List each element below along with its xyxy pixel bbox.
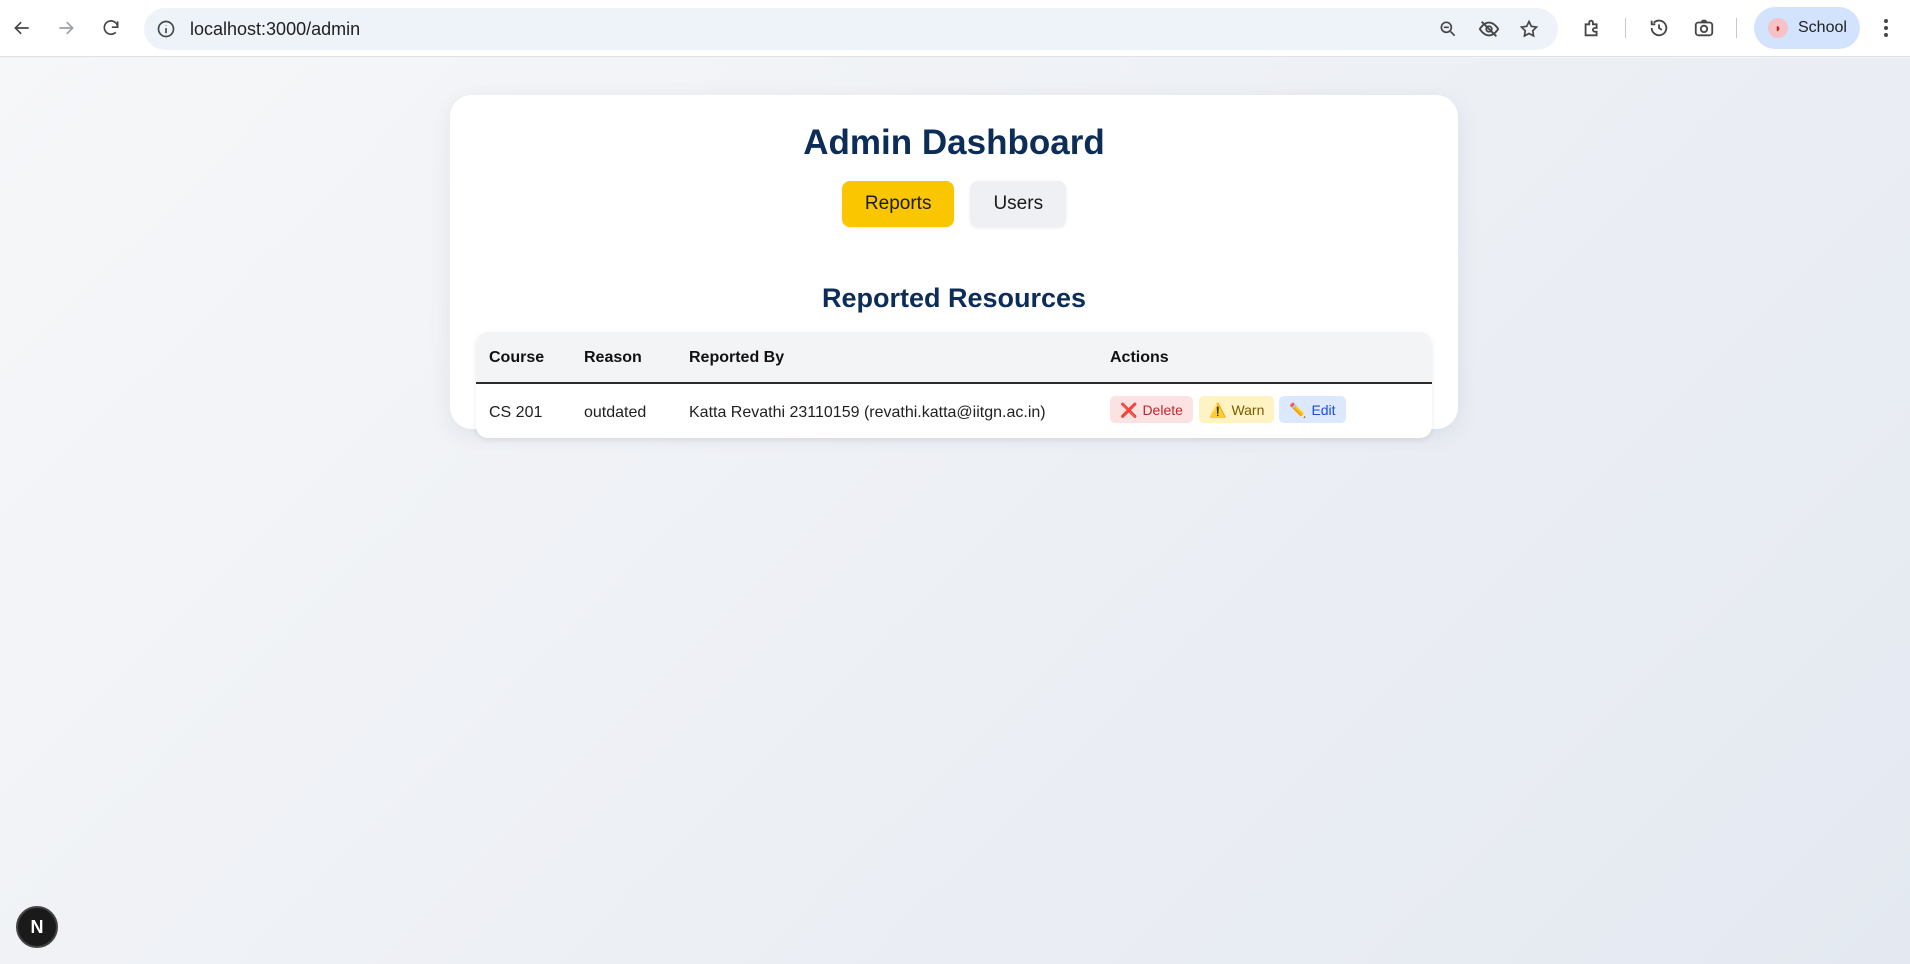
eye-off-icon[interactable] (1477, 17, 1501, 41)
tab-users[interactable]: Users (970, 181, 1067, 227)
pencil-icon: ✏️ (1289, 401, 1307, 418)
admin-card: Admin Dashboard Reports Users Reported R… (450, 95, 1458, 438)
camera-search-icon[interactable] (1690, 14, 1718, 42)
back-button[interactable] (4, 10, 40, 46)
warning-icon: ⚠️ (1209, 401, 1227, 418)
warn-button[interactable]: ⚠️ Warn (1199, 396, 1275, 423)
kebab-menu-icon[interactable] (1872, 14, 1900, 42)
page-title: Admin Dashboard (803, 123, 1105, 162)
arrow-left-icon (14, 21, 29, 35)
column-header-reported-by: Reported By (689, 349, 785, 366)
profile-chip[interactable]: ◗ School (1754, 7, 1860, 49)
address-bar[interactable]: localhost:3000/admin (144, 8, 1558, 50)
history-icon[interactable] (1645, 14, 1673, 42)
edit-button[interactable]: ✏️ Edit (1279, 396, 1346, 423)
puzzle-icon[interactable] (1578, 14, 1606, 42)
edit-label: Edit (1311, 401, 1336, 418)
reload-icon (103, 20, 119, 35)
tab-bar: Reports Users (450, 181, 1458, 227)
cell-course: CS 201 (489, 404, 543, 421)
forward-button[interactable] (48, 10, 84, 46)
toolbar-divider (1625, 18, 1626, 38)
page-viewport: Admin Dashboard Reports Users Reported R… (0, 58, 1910, 964)
cell-reported-by: Katta Revathi 23110159 (revathi.katta@ii… (689, 404, 1046, 421)
warn-label: Warn (1231, 401, 1265, 418)
star-icon[interactable] (1517, 17, 1541, 41)
reload-button[interactable] (93, 10, 129, 46)
profile-name: School (1798, 19, 1847, 36)
info-icon[interactable] (154, 17, 178, 41)
zoom-out-icon[interactable] (1436, 17, 1460, 41)
delete-label: Delete (1142, 401, 1183, 418)
dev-tools-badge[interactable]: N (16, 906, 58, 948)
browser-toolbar: localhost:3000/admin ◗ School (0, 0, 1910, 57)
delete-button[interactable]: ❌ Delete (1110, 396, 1193, 423)
arrow-right-icon (59, 21, 74, 35)
table-header: Course Reason Reported By Actions (476, 332, 1432, 384)
toolbar-divider (1736, 18, 1737, 38)
column-header-reason: Reason (584, 349, 642, 366)
reports-table: Course Reason Reported By Actions CS 201… (476, 332, 1432, 438)
profile-avatar-icon: ◗ (1768, 18, 1788, 38)
cell-reason: outdated (584, 404, 647, 421)
column-header-course: Course (489, 349, 545, 366)
column-header-actions: Actions (1110, 349, 1169, 366)
section-title: Reported Resources (821, 283, 1087, 313)
tab-reports[interactable]: Reports (841, 181, 955, 227)
url-text[interactable]: localhost:3000/admin (190, 19, 360, 40)
cross-icon: ❌ (1120, 401, 1138, 418)
